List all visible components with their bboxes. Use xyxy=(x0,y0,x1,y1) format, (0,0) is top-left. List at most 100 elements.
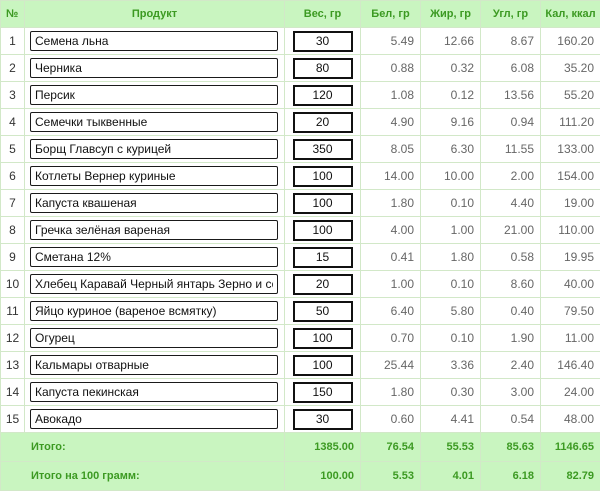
weight-cell xyxy=(285,379,361,406)
product-name-input[interactable] xyxy=(30,139,278,159)
calories-value: 133.00 xyxy=(541,136,600,163)
weight-input[interactable] xyxy=(293,58,353,79)
product-cell xyxy=(25,190,285,217)
protein-value: 8.05 xyxy=(361,136,421,163)
calories-value: 160.20 xyxy=(541,28,600,55)
carbs-value: 8.60 xyxy=(481,271,541,298)
row-number: 1 xyxy=(1,28,25,55)
protein-value: 1.00 xyxy=(361,271,421,298)
row-number: 11 xyxy=(1,298,25,325)
product-name-input[interactable] xyxy=(30,166,278,186)
weight-cell xyxy=(285,406,361,433)
product-name-input[interactable] xyxy=(30,301,278,321)
product-name-input[interactable] xyxy=(30,274,278,294)
product-name-input[interactable] xyxy=(30,409,278,429)
table-row: 116.405.800.4079.50 xyxy=(1,298,600,325)
fat-value: 3.36 xyxy=(421,352,481,379)
fat-value: 0.32 xyxy=(421,55,481,82)
header-row: № Продукт Вес, гр Бел, гр Жир, гр Угл, г… xyxy=(1,1,600,28)
column-header-carbs: Угл, гр xyxy=(481,1,541,28)
product-cell xyxy=(25,244,285,271)
column-header-calories: Кал, ккал xyxy=(541,1,600,28)
weight-input[interactable] xyxy=(293,193,353,214)
table-row: 71.800.104.4019.00 xyxy=(1,190,600,217)
table-row: 614.0010.002.00154.00 xyxy=(1,163,600,190)
calories-value: 40.00 xyxy=(541,271,600,298)
product-name-input[interactable] xyxy=(30,247,278,267)
totals-row: Итого: 1385.00 76.54 55.53 85.63 1146.65 xyxy=(1,433,600,462)
product-name-input[interactable] xyxy=(30,31,278,51)
carbs-value: 21.00 xyxy=(481,217,541,244)
weight-cell xyxy=(285,217,361,244)
weight-input[interactable] xyxy=(293,139,353,160)
product-name-input[interactable] xyxy=(30,328,278,348)
row-number: 3 xyxy=(1,82,25,109)
calories-value: 154.00 xyxy=(541,163,600,190)
product-cell xyxy=(25,406,285,433)
weight-cell xyxy=(285,271,361,298)
weight-input[interactable] xyxy=(293,382,353,403)
weight-input[interactable] xyxy=(293,301,353,322)
protein-value: 0.88 xyxy=(361,55,421,82)
totals-weight: 1385.00 xyxy=(285,433,361,462)
weight-cell xyxy=(285,82,361,109)
product-cell xyxy=(25,163,285,190)
carbs-value: 0.40 xyxy=(481,298,541,325)
weight-input[interactable] xyxy=(293,328,353,349)
weight-input[interactable] xyxy=(293,409,353,430)
product-cell xyxy=(25,379,285,406)
product-cell xyxy=(25,109,285,136)
weight-input[interactable] xyxy=(293,274,353,295)
weight-input[interactable] xyxy=(293,112,353,133)
fat-value: 0.12 xyxy=(421,82,481,109)
weight-input[interactable] xyxy=(293,355,353,376)
product-name-input[interactable] xyxy=(30,355,278,375)
totals-fat: 55.53 xyxy=(421,433,481,462)
protein-value: 1.80 xyxy=(361,379,421,406)
row-number: 7 xyxy=(1,190,25,217)
per100-carbs: 6.18 xyxy=(481,462,541,491)
weight-input[interactable] xyxy=(293,247,353,268)
product-cell xyxy=(25,136,285,163)
carbs-value: 3.00 xyxy=(481,379,541,406)
fat-value: 0.10 xyxy=(421,190,481,217)
weight-cell xyxy=(285,298,361,325)
calories-value: 146.40 xyxy=(541,352,600,379)
fat-value: 10.00 xyxy=(421,163,481,190)
row-number: 14 xyxy=(1,379,25,406)
protein-value: 25.44 xyxy=(361,352,421,379)
protein-value: 14.00 xyxy=(361,163,421,190)
totals-carbs: 85.63 xyxy=(481,433,541,462)
carbs-value: 1.90 xyxy=(481,325,541,352)
calories-value: 11.00 xyxy=(541,325,600,352)
calories-value: 19.00 xyxy=(541,190,600,217)
weight-cell xyxy=(285,136,361,163)
calories-value: 79.50 xyxy=(541,298,600,325)
product-name-input[interactable] xyxy=(30,58,278,78)
totals-protein: 76.54 xyxy=(361,433,421,462)
protein-value: 4.00 xyxy=(361,217,421,244)
table-row: 84.001.0021.00110.00 xyxy=(1,217,600,244)
table-row: 44.909.160.94111.20 xyxy=(1,109,600,136)
protein-value: 0.41 xyxy=(361,244,421,271)
product-name-input[interactable] xyxy=(30,193,278,213)
row-number: 5 xyxy=(1,136,25,163)
weight-input[interactable] xyxy=(293,85,353,106)
table-row: 58.056.3011.55133.00 xyxy=(1,136,600,163)
totals-calories: 1146.65 xyxy=(541,433,600,462)
fat-value: 12.66 xyxy=(421,28,481,55)
fat-value: 0.10 xyxy=(421,325,481,352)
product-name-input[interactable] xyxy=(30,85,278,105)
weight-input[interactable] xyxy=(293,31,353,52)
product-cell xyxy=(25,271,285,298)
product-cell xyxy=(25,28,285,55)
weight-cell xyxy=(285,352,361,379)
weight-input[interactable] xyxy=(293,220,353,241)
product-name-input[interactable] xyxy=(30,112,278,132)
fat-value: 0.30 xyxy=(421,379,481,406)
per100-calories: 82.79 xyxy=(541,462,600,491)
weight-input[interactable] xyxy=(293,166,353,187)
product-name-input[interactable] xyxy=(30,220,278,240)
product-name-input[interactable] xyxy=(30,382,278,402)
product-cell xyxy=(25,298,285,325)
